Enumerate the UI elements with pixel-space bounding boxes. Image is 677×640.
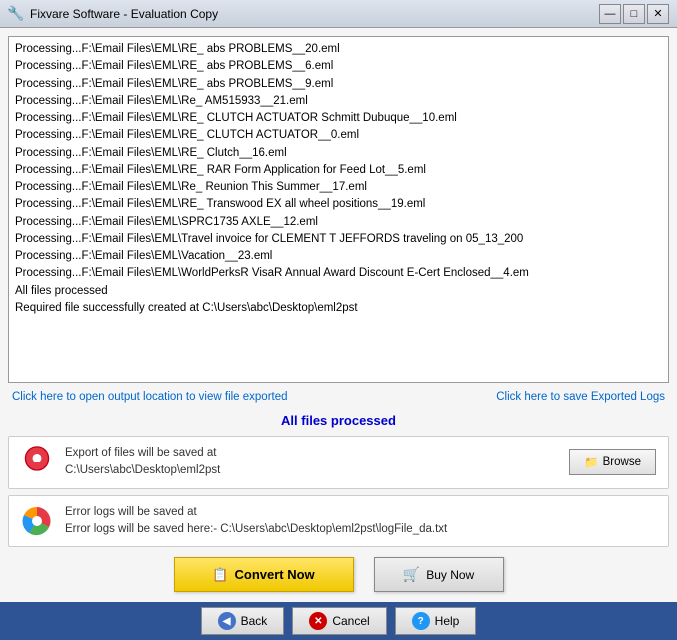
maximize-button[interactable]: □ [623,4,645,24]
window-controls: — □ ✕ [599,4,669,24]
log-line: Processing...F:\Email Files\EML\SPRC1735… [15,214,662,231]
browse-button[interactable]: 📁 Browse [569,449,656,475]
app-icon: 🔧 [8,6,24,22]
window-title: Fixvare Software - Evaluation Copy [30,7,599,21]
back-icon: ◀ [218,612,236,630]
browse-label: Browse [603,456,641,468]
log-line: Processing...F:\Email Files\EML\Travel i… [15,231,662,248]
error-panel: Error logs will be saved at Error logs w… [8,495,669,548]
minimize-button[interactable]: — [599,4,621,24]
log-line: Processing...F:\Email Files\EML\RE_ abs … [15,58,662,75]
export-line1: Export of files will be saved at [65,445,557,462]
log-line: Processing...F:\Email Files\EML\Re_ AM51… [15,93,662,110]
status-banner: All files processed [8,411,669,430]
folder-icon: 📁 [584,455,598,469]
convert-label: Convert Now [235,567,315,582]
log-line: Processing...F:\Email Files\EML\Re_ Reun… [15,179,662,196]
error-panel-text: Error logs will be saved at Error logs w… [65,504,656,539]
error-line1: Error logs will be saved at [65,504,656,521]
cart-icon: 🛒 [403,566,420,583]
error-line2: Error logs will be saved here:- C:\Users… [65,521,656,538]
log-line: Processing...F:\Email Files\EML\RE_ Clut… [15,145,662,162]
nav-bar: ◀ Back ✕ Cancel ? Help [0,602,677,640]
log-line: Processing...F:\Email Files\EML\RE_ CLUT… [15,127,662,144]
open-output-link[interactable]: Click here to open output location to vi… [12,391,288,403]
export-panel-text: Export of files will be saved at C:\User… [65,445,557,480]
buy-label: Buy Now [426,568,474,582]
export-panel: Export of files will be saved at C:\User… [8,436,669,489]
log-area[interactable]: Processing...F:\Email Files\EML\RE_ abs … [8,36,669,383]
log-line: Processing...F:\Email Files\EML\RE_ Tran… [15,196,662,213]
convert-button[interactable]: 📋 Convert Now [174,557,354,592]
location-icon [21,446,53,478]
log-line: Processing...F:\Email Files\EML\Vacation… [15,248,662,265]
log-line: Processing...F:\Email Files\EML\WorldPer… [15,265,662,282]
back-label: Back [241,614,268,628]
cancel-button[interactable]: ✕ Cancel [292,607,386,635]
cancel-label: Cancel [332,614,369,628]
log-line: Required file successfully created at C:… [15,300,662,317]
export-line2: C:\Users\abc\Desktop\eml2pst [65,462,557,479]
cancel-icon: ✕ [309,612,327,630]
save-logs-link[interactable]: Click here to save Exported Logs [496,391,665,403]
buy-button[interactable]: 🛒 Buy Now [374,557,504,592]
help-icon: ? [412,612,430,630]
log-line: Processing...F:\Email Files\EML\RE_ abs … [15,41,662,58]
close-button[interactable]: ✕ [647,4,669,24]
title-bar: 🔧 Fixvare Software - Evaluation Copy — □… [0,0,677,28]
help-button[interactable]: ? Help [395,607,477,635]
action-buttons: 📋 Convert Now 🛒 Buy Now [8,553,669,596]
log-line: All files processed [15,283,662,300]
log-line: Processing...F:\Email Files\EML\RE_ abs … [15,76,662,93]
links-row: Click here to open output location to vi… [8,389,669,405]
main-container: Processing...F:\Email Files\EML\RE_ abs … [0,28,677,640]
back-button[interactable]: ◀ Back [201,607,285,635]
help-label: Help [435,614,460,628]
log-line: Processing...F:\Email Files\EML\RE_ RAR … [15,162,662,179]
log-line: Processing...F:\Email Files\EML\RE_ CLUT… [15,110,662,127]
convert-icon: 📋 [212,567,228,583]
chart-icon [21,505,53,537]
